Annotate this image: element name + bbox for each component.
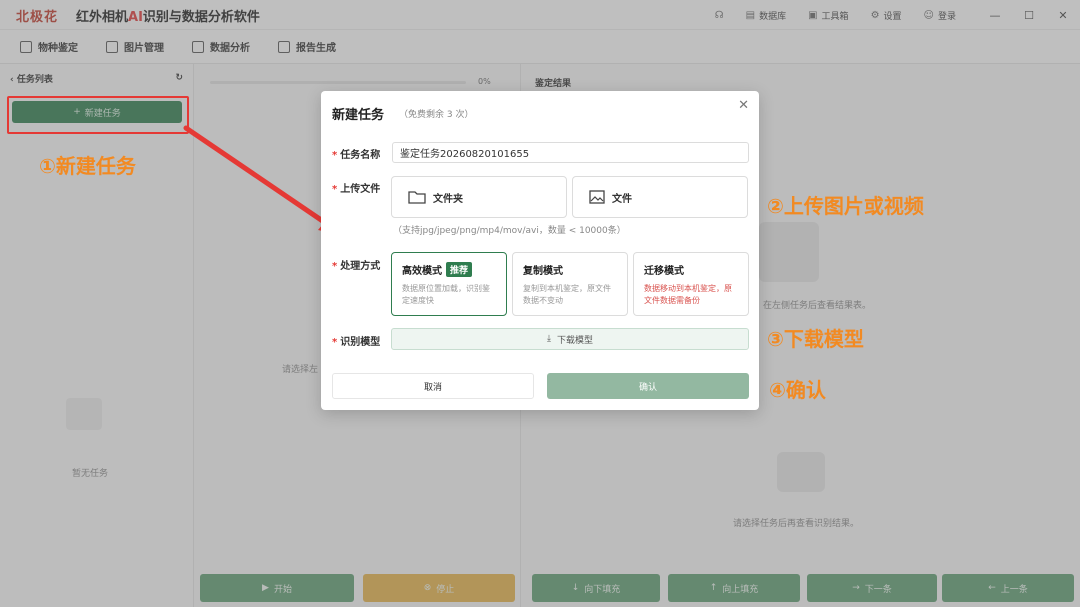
task-name-input[interactable]: 鉴定任务20260820101655 xyxy=(392,142,749,163)
mode-copy-card[interactable]: 复制模式 复制到本机鉴定，原文件数据不变动 xyxy=(512,252,628,316)
folder-icon xyxy=(408,191,426,204)
upload-file-label: 文件 xyxy=(612,193,632,205)
upload-label: * 上传文件 xyxy=(332,180,380,195)
mode-copy-desc: 复制到本机鉴定，原文件数据不变动 xyxy=(523,284,611,305)
new-task-highlight xyxy=(7,96,189,134)
required-mark: * xyxy=(332,261,338,272)
mode-label: * 处理方式 xyxy=(332,257,380,272)
annotation-step2: ②上传图片或视频 xyxy=(767,194,924,218)
upload-file-button[interactable]: 文件 xyxy=(572,176,748,218)
task-name-label-text: 任务名称 xyxy=(340,150,381,161)
recommended-badge: 推荐 xyxy=(446,262,473,277)
download-model-button[interactable]: ⤓ 下载模型 xyxy=(391,328,749,350)
new-task-dialog: 新建任务 （免费剩余 3 次） ✕ * 任务名称 鉴定任务202608201016… xyxy=(321,91,759,410)
required-mark: * xyxy=(332,150,338,161)
upload-folder-button[interactable]: 文件夹 xyxy=(391,176,567,218)
upload-label-text: 上传文件 xyxy=(340,184,381,195)
close-icon[interactable]: ✕ xyxy=(738,98,749,113)
mode-efficient-title: 高效模式 推荐 xyxy=(402,262,496,277)
upload-folder-label: 文件夹 xyxy=(433,193,463,205)
cancel-button[interactable]: 取消 xyxy=(332,373,534,399)
model-label-text: 识别模型 xyxy=(340,337,381,348)
dialog-subtitle: （免费剩余 3 次） xyxy=(399,110,474,120)
annotation-step4: ④确认 xyxy=(769,378,826,402)
required-mark: * xyxy=(332,184,338,195)
mode-migrate-desc: 数据移动到本机鉴定，原文件数据需备份 xyxy=(644,284,732,305)
model-label: * 识别模型 xyxy=(332,333,380,348)
task-name-label: * 任务名称 xyxy=(332,146,380,161)
mode-efficient-title-text: 高效模式 xyxy=(402,266,442,277)
mode-efficient-desc: 数据原位置加载，识别鉴定速度快 xyxy=(402,284,490,305)
mode-migrate-card[interactable]: 迁移模式 数据移动到本机鉴定，原文件数据需备份 xyxy=(633,252,749,316)
annotation-step3: ③下载模型 xyxy=(767,327,864,351)
confirm-button[interactable]: 确认 xyxy=(547,373,749,399)
mode-copy-title: 复制模式 xyxy=(523,266,563,277)
dialog-title: 新建任务 xyxy=(332,108,385,123)
mode-label-text: 处理方式 xyxy=(340,261,381,272)
mode-efficient-card[interactable]: 高效模式 推荐 数据原位置加载，识别鉴定速度快 xyxy=(391,252,507,316)
annotation-step1: ①新建任务 xyxy=(39,154,136,178)
upload-hint: （支持jpg/jpeg/png/mp4/mov/avi，数量 < 10000条） xyxy=(393,226,626,236)
required-mark: * xyxy=(332,337,338,348)
mode-migrate-title: 迁移模式 xyxy=(644,266,684,277)
image-file-icon xyxy=(589,190,605,204)
download-model-label: 下载模型 xyxy=(556,335,593,346)
download-icon: ⤓ xyxy=(547,334,551,344)
